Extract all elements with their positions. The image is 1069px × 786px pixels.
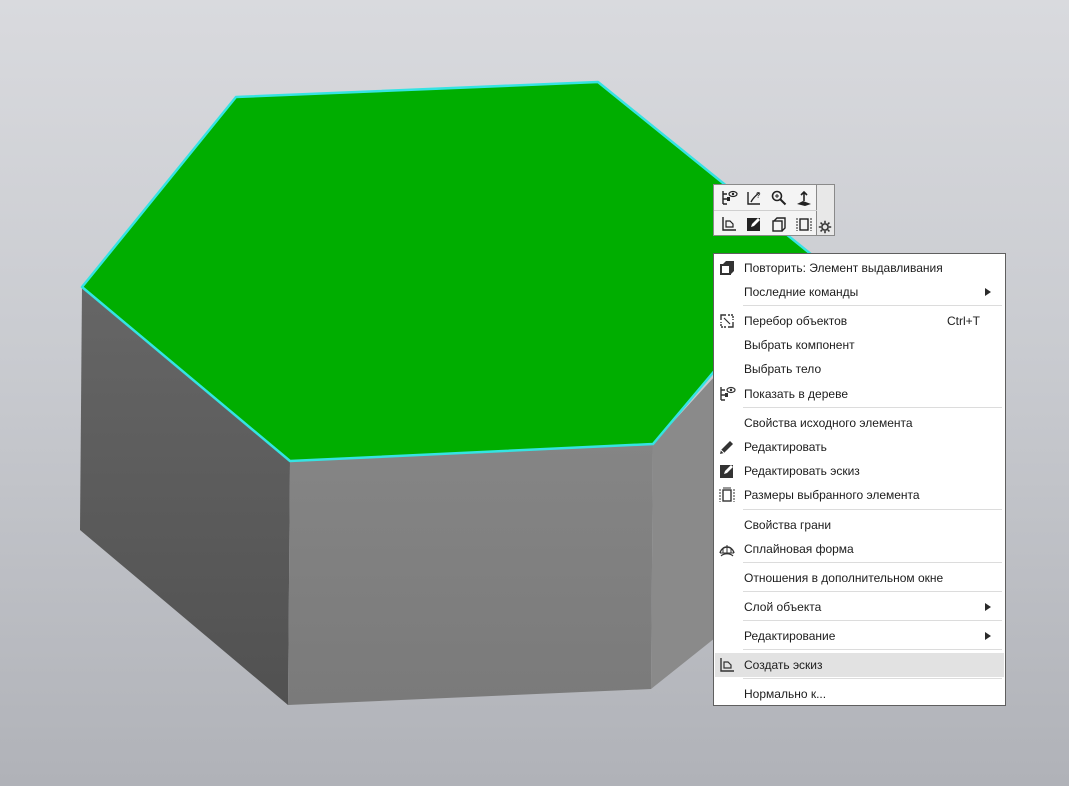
menu-item-label: Выбрать тело — [744, 362, 822, 376]
menu-item-label: Показать в дереве — [744, 387, 848, 401]
menu-item-label: Размеры выбранного элемента — [744, 488, 920, 502]
menu-item-source-properties[interactable]: Свойства исходного элемента — [715, 412, 1004, 434]
cycle-objects-icon — [718, 312, 736, 330]
menu-item-repeat-extrude[interactable]: Повторить: Элемент выдавливания — [715, 257, 1004, 279]
mini-toolbar-buttons: ? — [713, 184, 818, 236]
menu-item-face-properties[interactable]: Свойства грани — [715, 514, 1004, 536]
menu-item-recent-commands[interactable]: Последние команды — [715, 281, 1004, 303]
submenu-arrow-icon — [985, 288, 991, 296]
menu-item-label: Свойства грани — [744, 518, 832, 532]
svg-text:?: ? — [756, 191, 761, 200]
menu-item-label: Редактировать эскиз — [744, 464, 860, 478]
menu-separator — [743, 305, 1002, 306]
menu-separator — [743, 509, 1002, 510]
menu-item-cycle-objects[interactable]: Перебор объектов Ctrl+T — [715, 310, 1004, 332]
pencil-icon — [718, 438, 736, 456]
select-body-icon[interactable]: ? — [742, 186, 766, 210]
menu-item-object-layer[interactable]: Слой объекта — [715, 596, 1004, 618]
submenu-arrow-icon — [985, 603, 991, 611]
menu-item-editing[interactable]: Редактирование — [715, 625, 1004, 647]
context-menu: Повторить: Элемент выдавливания Последни… — [713, 253, 1006, 706]
toolbar-settings-column — [817, 184, 835, 236]
menu-item-label: Слой объекта — [744, 600, 822, 614]
spline-form-icon — [718, 540, 736, 558]
menu-separator — [743, 649, 1002, 650]
show-in-tree-icon — [718, 385, 736, 403]
edit-sketch-icon[interactable] — [742, 212, 766, 236]
dimensions-icon[interactable] — [792, 212, 816, 236]
dimensions-icon — [718, 486, 736, 504]
menu-item-show-in-tree[interactable]: Показать в дереве — [715, 383, 1004, 405]
menu-item-label: Повторить: Элемент выдавливания — [744, 261, 943, 275]
repeat-extrude-icon — [718, 259, 736, 277]
zoom-icon[interactable] — [767, 186, 791, 210]
repeat-icon[interactable] — [767, 212, 791, 236]
menu-separator — [743, 407, 1002, 408]
menu-item-label: Редактирование — [744, 629, 836, 643]
menu-item-select-component[interactable]: Выбрать компонент — [715, 334, 1004, 356]
menu-item-edit-sketch[interactable]: Редактировать эскиз — [715, 460, 1004, 482]
menu-item-label: Выбрать компонент — [744, 338, 855, 352]
mini-toolbar: ? — [713, 184, 835, 236]
menu-item-label: Редактировать — [744, 440, 827, 454]
edit-sketch-icon — [718, 462, 736, 480]
menu-item-label: Отношения в дополнительном окне — [744, 571, 944, 585]
submenu-arrow-icon — [985, 632, 991, 640]
menu-item-label: Свойства исходного элемента — [744, 416, 913, 430]
menu-separator — [743, 562, 1002, 563]
menu-item-label: Создать эскиз — [744, 658, 823, 672]
menu-item-shortcut: Ctrl+T — [947, 314, 980, 328]
menu-item-create-sketch[interactable]: Создать эскиз — [715, 653, 1004, 677]
menu-separator — [743, 620, 1002, 621]
menu-item-label: Последние команды — [744, 285, 859, 299]
menu-item-select-body[interactable]: Выбрать тело — [715, 358, 1004, 380]
sketch-icon — [718, 656, 736, 674]
toolbar-row-divider — [714, 210, 818, 211]
menu-item-label: Сплайновая форма — [744, 542, 854, 556]
menu-item-label: Нормально к... — [744, 687, 827, 701]
menu-item-normal-to[interactable]: Нормально к... — [715, 683, 1004, 705]
prism-front-face[interactable] — [288, 444, 653, 705]
menu-separator — [743, 678, 1002, 679]
menu-item-spline-form[interactable]: Сплайновая форма — [715, 538, 1004, 560]
normal-to-icon[interactable] — [792, 186, 816, 210]
menu-item-element-dimensions[interactable]: Размеры выбранного элемента — [715, 484, 1004, 506]
menu-item-relations-window[interactable]: Отношения в дополнительном окне — [715, 567, 1004, 589]
menu-item-label: Перебор объектов — [744, 314, 848, 328]
show-in-tree-icon[interactable] — [717, 186, 741, 210]
gear-icon[interactable] — [817, 219, 833, 235]
menu-separator — [743, 591, 1002, 592]
menu-item-edit[interactable]: Редактировать — [715, 436, 1004, 458]
sketch-icon[interactable] — [717, 212, 741, 236]
